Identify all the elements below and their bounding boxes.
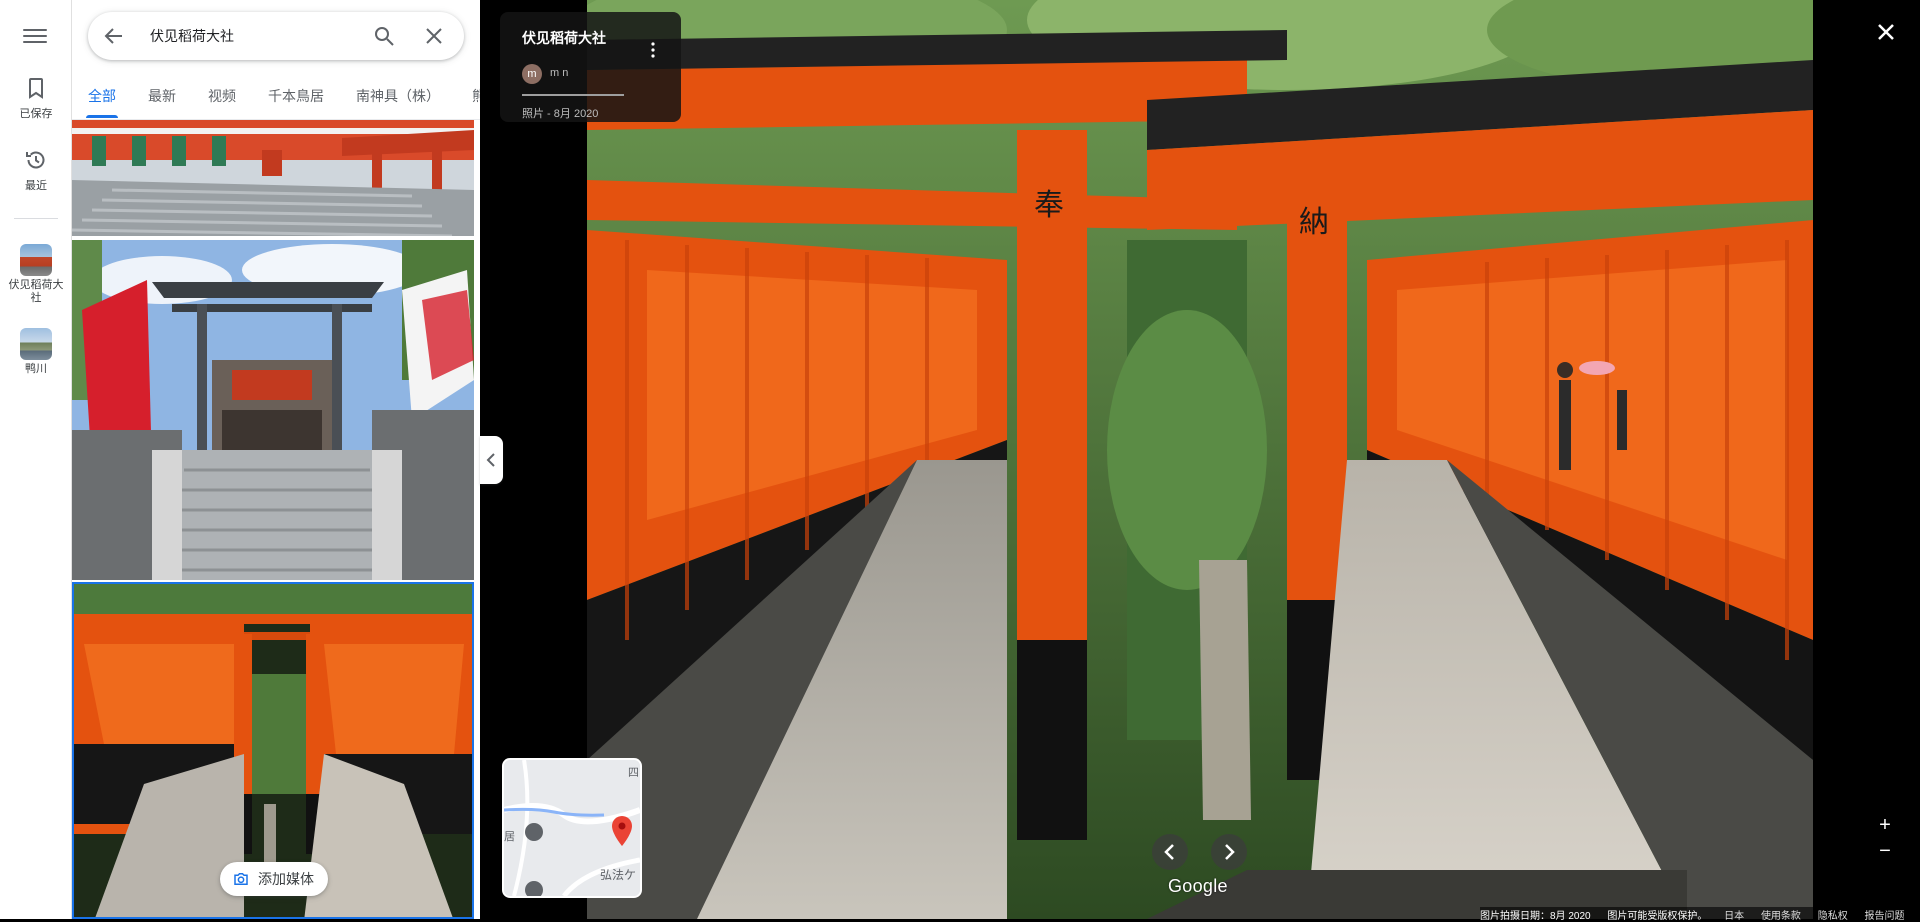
saved-button[interactable]: 已保存 (0, 76, 72, 121)
search-icon[interactable] (372, 24, 396, 48)
place-thumbnail (20, 328, 52, 360)
saved-label: 已保存 (19, 108, 53, 120)
recent-button[interactable]: 最近 (0, 148, 72, 193)
photo-viewer: 奉 納 (480, 0, 1920, 919)
place-thumbnail (20, 244, 52, 276)
history-icon (26, 151, 45, 169)
chevron-right-icon (1225, 844, 1235, 860)
tab-latest[interactable]: 最新 (148, 86, 176, 118)
tab-senbon-torii[interactable]: 千本鳥居 (268, 86, 324, 118)
previous-photo-button[interactable] (1152, 834, 1188, 870)
next-photo-button[interactable] (1211, 834, 1247, 870)
rail-divider (14, 218, 58, 219)
capture-date: 图片拍摄日期：8月 2020 (1480, 911, 1591, 922)
search-bar (88, 12, 464, 60)
left-rail: 已保存 最近 伏见稻荷大社 鸭川 (0, 0, 72, 919)
add-media-button[interactable]: 添加媒体 (220, 862, 328, 896)
google-logo: Google (1168, 876, 1228, 896)
photos-panel: 全部 最新 视频 千本鳥居 南神具（株） 熊 添加媒体 (72, 0, 480, 919)
pinned-label: 鸭川 (25, 363, 47, 375)
back-arrow-icon[interactable] (102, 24, 126, 48)
minimap[interactable]: 四 居 弘法ケ (502, 758, 642, 898)
tab-video[interactable]: 视频 (208, 86, 236, 118)
region-link[interactable]: 日本 (1724, 911, 1744, 922)
svg-text:納: 納 (1299, 205, 1329, 240)
shrine-steps-image (72, 120, 474, 236)
report-link[interactable]: 报告问题 (1865, 911, 1905, 922)
menu-icon[interactable] (23, 26, 47, 46)
pinned-place-fushimi[interactable]: 伏见稻荷大社 (0, 244, 72, 305)
photo-meta: 照片 - 8月 2020 (522, 108, 599, 120)
pinned-place-kamogawa[interactable]: 鸭川 (0, 328, 72, 376)
privacy-link[interactable]: 隐私权 (1818, 911, 1848, 922)
map-label: 弘法ケ (600, 868, 637, 882)
main-photo[interactable]: 奉 納 (587, 0, 1813, 919)
close-icon[interactable] (1874, 20, 1898, 44)
zoom-out-button[interactable]: − (1874, 838, 1896, 864)
map-label: 居 (504, 831, 515, 843)
footer-bar: 图片拍摄日期：8月 2020 图片可能受版权保护。 日本 使用条款 隐私权 报告… (1480, 907, 1920, 922)
progress-divider (522, 94, 624, 96)
photo-info-card: 伏见稻荷大社 m m n 照片 - 8月 2020 (500, 12, 681, 122)
camera-icon (234, 873, 248, 885)
contributor-name[interactable]: m n (550, 67, 568, 79)
chevron-left-icon (1164, 844, 1174, 860)
chevron-left-icon (486, 453, 495, 467)
copyright-notice: 图片可能受版权保护。 (1607, 911, 1708, 922)
bookmark-icon (29, 78, 43, 99)
tab-more[interactable]: 熊 (472, 86, 480, 118)
collapse-panel-button[interactable] (480, 436, 503, 484)
tab-all[interactable]: 全部 (86, 86, 118, 118)
terms-link[interactable]: 使用条款 (1761, 911, 1801, 922)
shrine-gate-image (72, 240, 474, 580)
zoom-in-button[interactable]: + (1874, 812, 1896, 838)
svg-text:奉: 奉 (1034, 188, 1064, 223)
place-title[interactable]: 伏见稻荷大社 (522, 28, 606, 48)
clear-icon[interactable] (422, 24, 446, 48)
photo-category-tabs: 全部 最新 视频 千本鳥居 南神具（株） 熊 (72, 84, 480, 120)
zoom-controls: + − (1874, 812, 1896, 864)
recent-label: 最近 (25, 180, 47, 192)
tab-minami-shingu[interactable]: 南神具（株） (356, 86, 440, 118)
contributor-avatar[interactable]: m (522, 64, 542, 84)
pinned-label: 伏见稻荷大社 (8, 279, 64, 304)
add-media-label: 添加媒体 (258, 871, 314, 887)
search-input[interactable] (150, 24, 360, 48)
map-label: 四 (628, 767, 639, 779)
torii-tunnel-photo: 奉 納 (587, 0, 1813, 919)
photo-thumbnail[interactable] (72, 120, 474, 236)
photo-thumbnail[interactable] (72, 240, 474, 580)
more-options-icon[interactable] (650, 42, 656, 58)
